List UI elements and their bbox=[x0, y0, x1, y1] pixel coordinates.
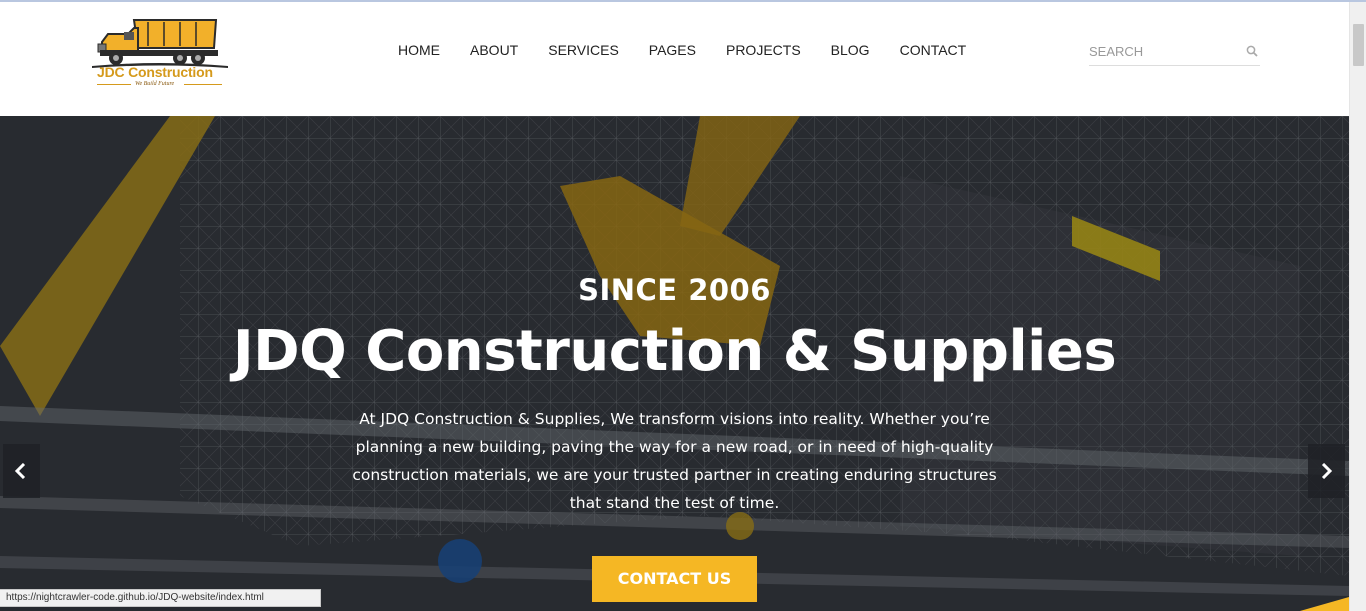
nav-item-about[interactable]: ABOUT bbox=[455, 40, 533, 60]
hero-kicker: SINCE 2006 bbox=[578, 273, 771, 307]
slider-prev-button[interactable] bbox=[3, 444, 40, 498]
site-logo[interactable]: JDC Construction We Build Future bbox=[88, 14, 233, 94]
search-input[interactable] bbox=[1089, 40, 1239, 62]
nav-item-blog[interactable]: BLOG bbox=[816, 40, 885, 60]
slider-next-button[interactable] bbox=[1308, 444, 1345, 498]
nav-item-services[interactable]: SERVICES bbox=[533, 40, 634, 60]
chevron-right-icon bbox=[1321, 463, 1333, 479]
search-icon[interactable] bbox=[1246, 45, 1258, 57]
hero-title: JDQ Construction & Supplies bbox=[232, 319, 1117, 384]
hero-slider: SINCE 2006 JDQ Construction & Supplies A… bbox=[0, 116, 1349, 611]
logo-rule-right bbox=[184, 84, 222, 85]
search-box bbox=[1089, 40, 1260, 66]
logo-rule-left bbox=[97, 84, 131, 85]
contact-us-button[interactable]: CONTACT US bbox=[592, 556, 757, 602]
hero-description: At JDQ Construction & Supplies, We trans… bbox=[352, 410, 997, 512]
main-nav: HOME ABOUT SERVICES PAGES PROJECTS BLOG … bbox=[383, 40, 981, 60]
chevron-left-icon bbox=[14, 463, 26, 479]
scrollbar-thumb[interactable] bbox=[1353, 24, 1364, 66]
nav-item-pages[interactable]: PAGES bbox=[634, 40, 711, 60]
browser-status-url: https://nightcrawler-code.github.io/JDQ-… bbox=[0, 589, 321, 607]
page-scrollbar[interactable] bbox=[1349, 2, 1366, 611]
logo-brand-name: JDC Construction bbox=[97, 64, 213, 80]
nav-item-projects[interactable]: PROJECTS bbox=[711, 40, 816, 60]
corner-accent bbox=[1300, 597, 1349, 611]
nav-item-contact[interactable]: CONTACT bbox=[885, 40, 982, 60]
nav-item-home[interactable]: HOME bbox=[383, 40, 455, 60]
logo-tagline: We Build Future bbox=[135, 81, 175, 87]
site-header: JDC Construction We Build Future HOME AB… bbox=[0, 2, 1349, 116]
